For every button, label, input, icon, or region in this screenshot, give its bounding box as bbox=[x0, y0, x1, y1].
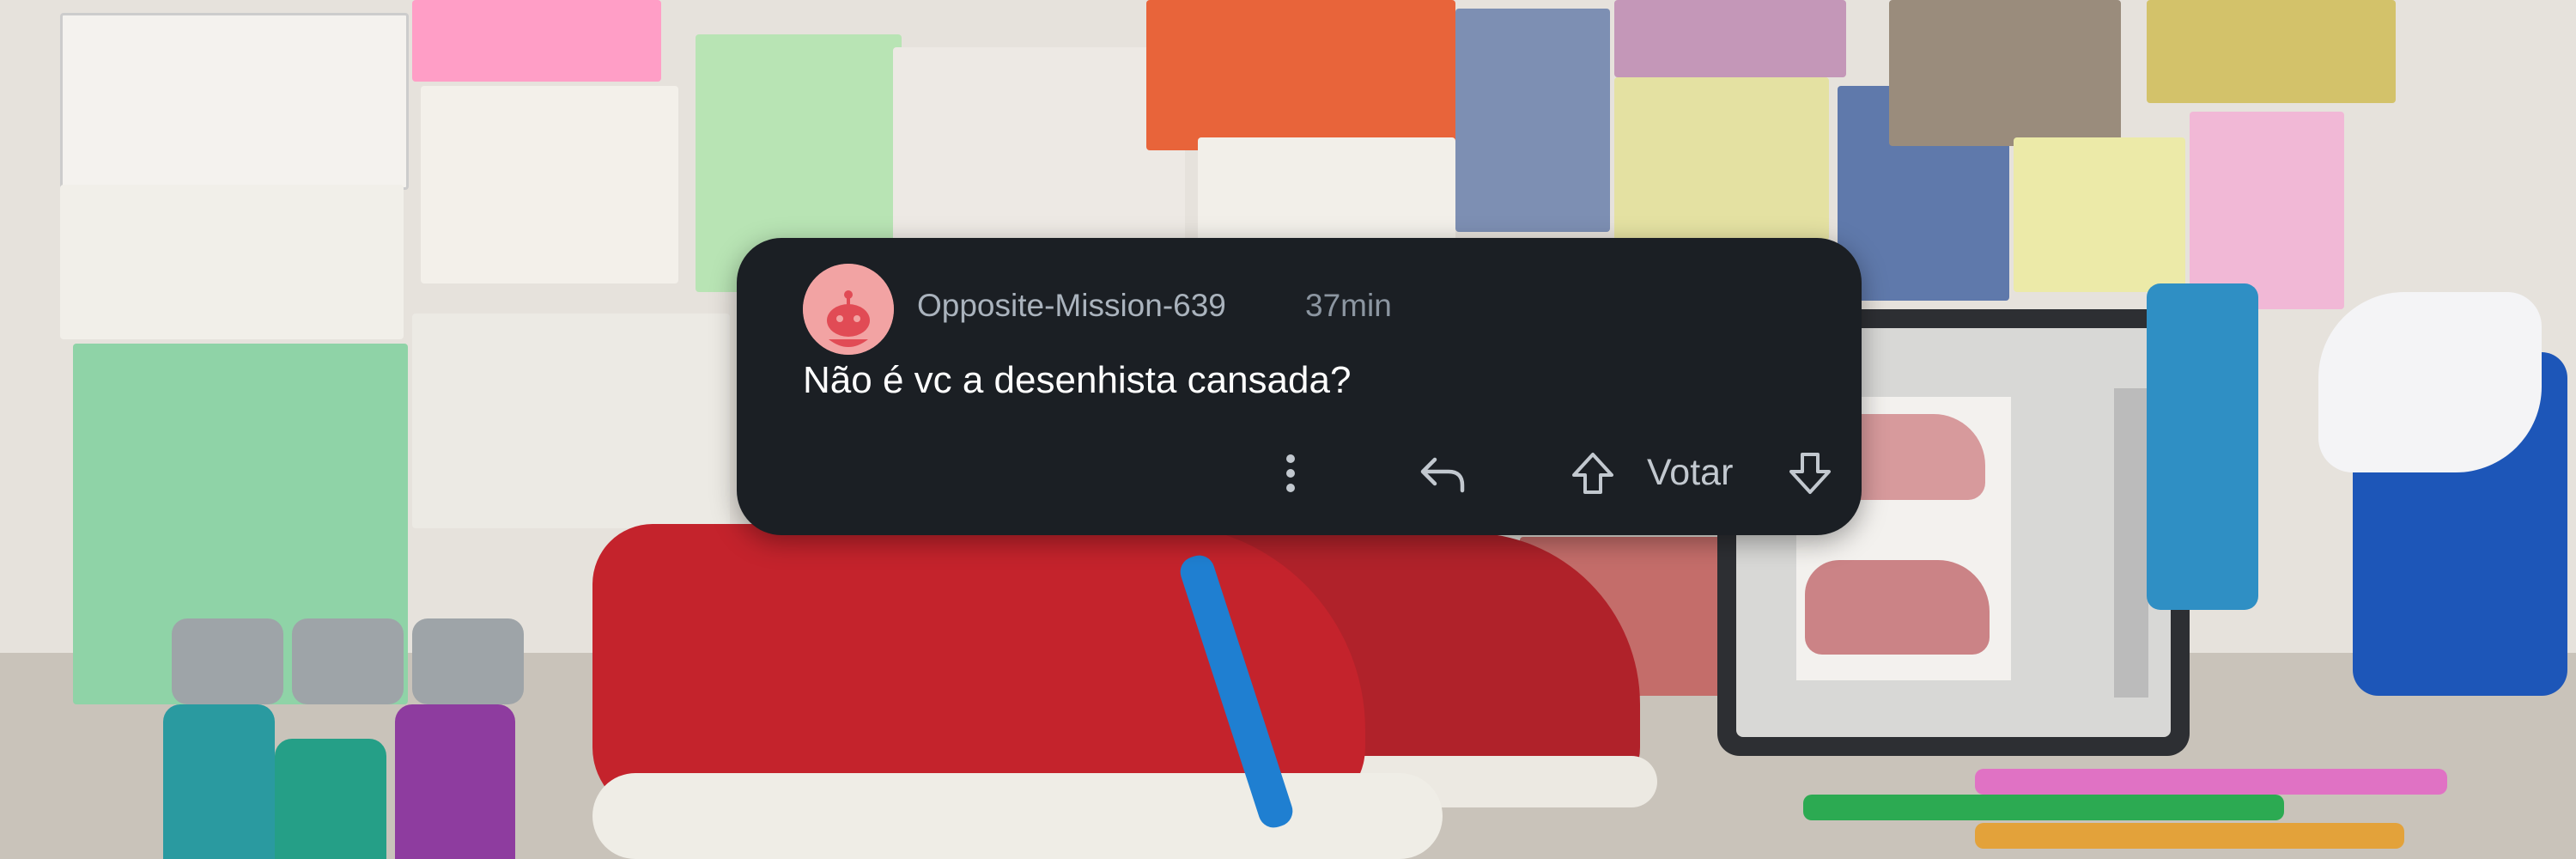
arrow-down-icon bbox=[1789, 453, 1831, 494]
paint-bottle-3 bbox=[395, 704, 515, 859]
drawing-sneaker bbox=[60, 185, 404, 339]
drawing-comic-right bbox=[1889, 0, 2121, 146]
paint-bottle-5 bbox=[292, 618, 404, 704]
drawing-orange-graffiti bbox=[1146, 0, 1455, 150]
more-options-button[interactable] bbox=[1278, 447, 1303, 500]
downvote-button[interactable] bbox=[1784, 447, 1836, 500]
drawing-sketch-face bbox=[1198, 137, 1455, 249]
comment-text: Não é vc a desenhista cansada? bbox=[803, 359, 1352, 401]
drawing-blue-graffiti bbox=[412, 314, 730, 528]
drawing-pink-face bbox=[2190, 112, 2344, 309]
upvote-button[interactable] bbox=[1567, 447, 1619, 500]
comment-timestamp: 37min bbox=[1305, 288, 1392, 323]
drawing-comic-strip bbox=[1614, 0, 1846, 77]
marker-green bbox=[1803, 795, 2284, 820]
drawing-lef-graffiti bbox=[60, 13, 409, 190]
marker-orange bbox=[1975, 823, 2404, 849]
drawing-comic-topright bbox=[2147, 0, 2396, 103]
mug-wing bbox=[2318, 292, 2542, 472]
reddit-snoo-icon bbox=[803, 264, 894, 355]
user-avatar[interactable] bbox=[803, 264, 894, 355]
drawing-spiderman-photo bbox=[1455, 9, 1610, 232]
marker-pink bbox=[1975, 769, 2447, 795]
sneaker-front-sole bbox=[592, 773, 1443, 859]
drawing-purple-graffiti bbox=[893, 47, 1185, 245]
paint-bottle-6 bbox=[412, 618, 524, 704]
pen-cup bbox=[2147, 283, 2258, 610]
tablet-shoe-sketch-2 bbox=[1805, 560, 1990, 655]
comment-username[interactable]: Opposite-Mission-639 bbox=[917, 288, 1226, 324]
reply-arrow-icon bbox=[1420, 457, 1465, 493]
reply-button[interactable] bbox=[1413, 447, 1473, 500]
drawing-pink-graffiti bbox=[421, 86, 678, 283]
paint-bottle-2 bbox=[275, 739, 386, 859]
tablet-sidebar bbox=[2114, 388, 2148, 698]
more-vertical-icon bbox=[1286, 454, 1295, 492]
paint-bottle-4 bbox=[172, 618, 283, 704]
drawing-pink-note bbox=[412, 0, 661, 82]
drawing-dilee-right bbox=[2014, 137, 2185, 292]
vote-label: Votar bbox=[1647, 452, 1734, 493]
drawing-dilee-yellow bbox=[1614, 77, 1829, 241]
paint-bottle-1 bbox=[163, 704, 275, 859]
arrow-up-icon bbox=[1572, 453, 1613, 494]
